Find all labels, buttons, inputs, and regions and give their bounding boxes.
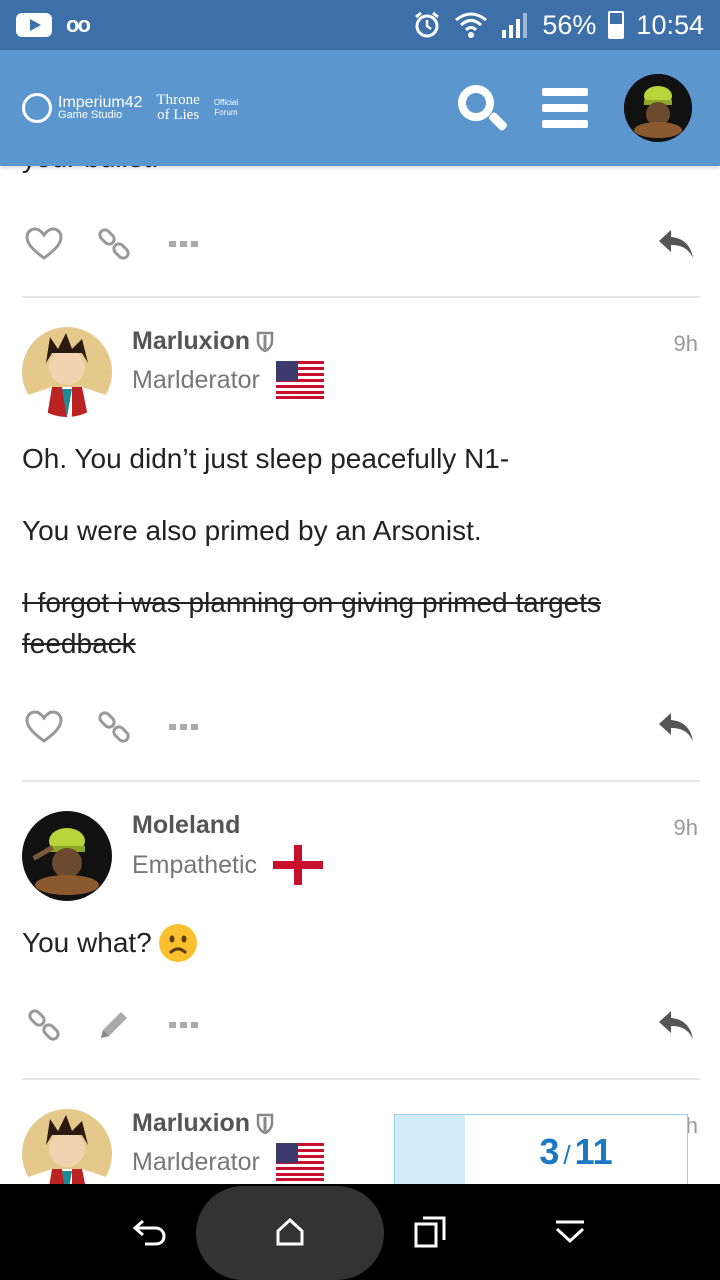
progress-fill	[395, 1115, 465, 1184]
username[interactable]: Moleland	[132, 811, 240, 840]
post-header: Moleland Empathetic 9h	[22, 811, 698, 903]
reply-icon[interactable]	[654, 705, 698, 749]
voicemail-icon: oo	[66, 12, 91, 37]
progress-count: 3/11	[539, 1131, 613, 1172]
more-options-icon[interactable]	[162, 705, 206, 749]
post-divider	[22, 296, 700, 298]
search-icon[interactable]	[456, 83, 509, 133]
avatar[interactable]	[22, 1109, 112, 1184]
edit-pencil-icon[interactable]	[92, 1003, 136, 1047]
link-icon[interactable]	[92, 222, 136, 266]
post-actions	[22, 1000, 698, 1050]
post-header: Marluxion Marlderator 9h	[22, 327, 698, 419]
post-text: your bullet.	[22, 166, 159, 174]
imperium42-logo-icon	[22, 93, 52, 123]
wifi-icon	[455, 12, 488, 38]
post-time[interactable]: 9h	[674, 815, 698, 841]
signal-icon	[502, 13, 528, 38]
hamburger-menu-icon[interactable]	[542, 88, 588, 128]
more-options-icon[interactable]	[162, 1003, 206, 1047]
youtube-icon	[16, 13, 52, 37]
like-heart-icon[interactable]	[22, 705, 66, 749]
post-actions	[22, 702, 698, 752]
username[interactable]: Marluxion	[132, 327, 274, 356]
like-heart-icon[interactable]	[22, 222, 66, 266]
post-paragraph: Oh. You didn’t just sleep peacefully N1-	[22, 443, 510, 474]
clock: 10:54	[636, 9, 704, 40]
forum-label: Official Forum	[213, 98, 239, 117]
home-icon[interactable]	[260, 1184, 320, 1280]
post-divider	[22, 1078, 700, 1080]
more-options-icon[interactable]	[162, 222, 206, 266]
battery-icon	[608, 11, 625, 39]
back-icon[interactable]	[120, 1184, 180, 1280]
frowning-face-emoji-icon	[158, 923, 197, 962]
post-actions	[22, 219, 698, 269]
post-divider	[22, 780, 700, 782]
us-flag-icon	[275, 1143, 324, 1181]
app-header: Imperium42 Game Studio Throne of Lies Of…	[0, 50, 720, 166]
brand-name: Imperium42	[58, 93, 143, 111]
alarm-icon	[415, 11, 440, 38]
battery-percent: 56%	[542, 9, 597, 40]
user-title: Marlderator	[132, 1143, 324, 1181]
post-time[interactable]: 9h	[674, 331, 698, 357]
england-flag-icon	[273, 845, 324, 885]
brand-sub: Game Studio	[58, 108, 123, 121]
avatar[interactable]	[22, 811, 112, 901]
user-title: Empathetic	[132, 845, 324, 885]
us-flag-icon	[275, 361, 324, 399]
moderator-shield-icon	[256, 331, 274, 352]
site-logo[interactable]: Imperium42 Game Studio Throne of Lies Of…	[22, 93, 238, 123]
user-avatar[interactable]	[624, 74, 692, 142]
moderator-shield-icon	[256, 1113, 274, 1134]
status-bar: oo 56% 10:54	[0, 0, 720, 50]
avatar[interactable]	[22, 327, 112, 417]
username[interactable]: Marluxion	[132, 1109, 274, 1138]
reply-icon[interactable]	[654, 222, 698, 266]
topic-progress[interactable]: 3/11	[394, 1114, 688, 1184]
link-icon[interactable]	[22, 1003, 66, 1047]
post-paragraph: You were also primed by an Arsonist.	[22, 515, 482, 546]
notification-drawer-icon[interactable]	[540, 1184, 600, 1280]
struck-paragraph: I forgot i was planning on giving primed…	[22, 587, 601, 659]
link-icon[interactable]	[92, 705, 136, 749]
reply-icon[interactable]	[654, 1003, 698, 1047]
navigation-bar	[0, 1184, 720, 1280]
post-stream[interactable]: your bullet. Marluxion Marlderator 9h	[0, 166, 720, 1184]
user-title: Marlderator	[132, 361, 324, 399]
recent-apps-icon[interactable]	[400, 1184, 460, 1280]
game-logo: Throne of Lies	[156, 92, 200, 123]
post-paragraph: You what?	[22, 922, 680, 963]
